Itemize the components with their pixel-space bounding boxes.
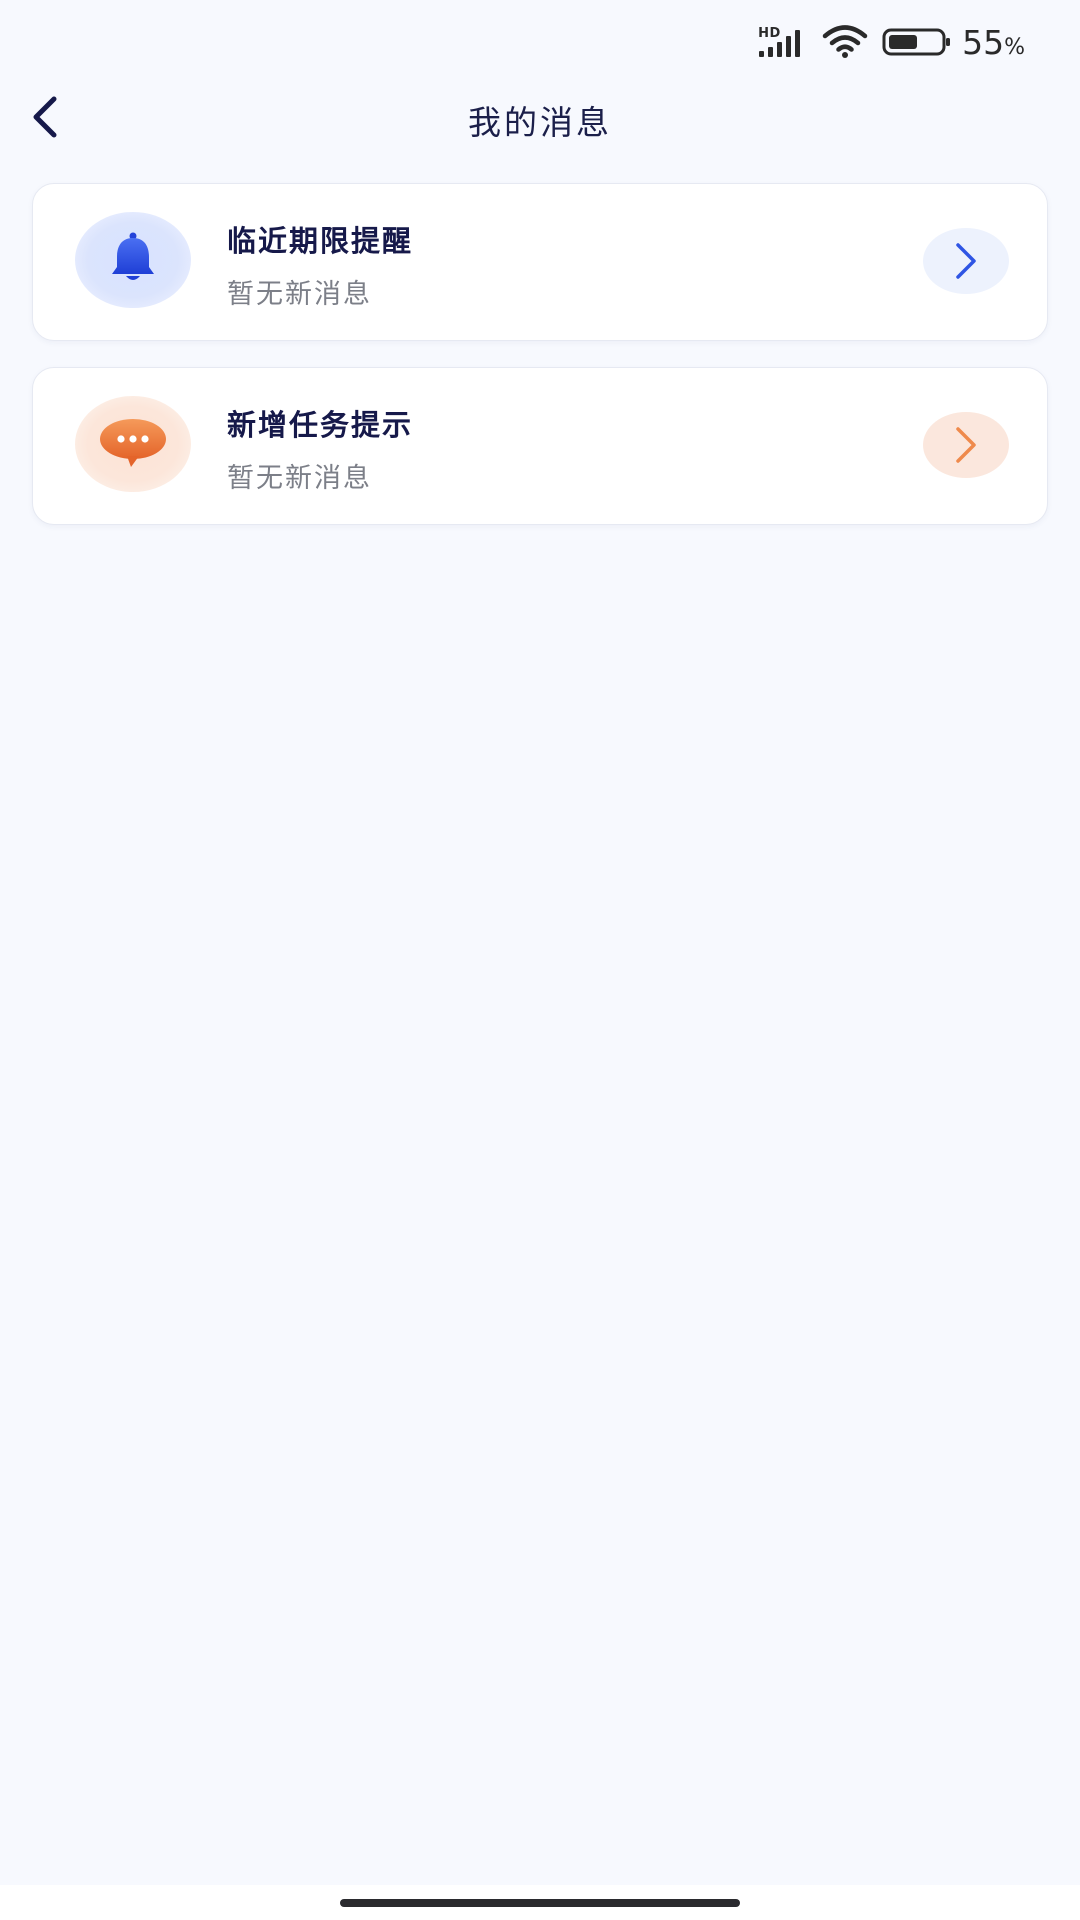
bell-icon-badge — [75, 212, 191, 308]
chevron-right-icon — [956, 427, 976, 463]
battery-icon — [882, 28, 951, 56]
open-new-task-button[interactable] — [923, 412, 1009, 478]
chevron-right-icon — [956, 243, 976, 279]
battery-percent-value: 55 — [962, 22, 1005, 62]
message-title: 临近期限提醒 — [227, 224, 414, 258]
message-card-new-task[interactable]: 新增任务提示 暂无新消息 — [32, 367, 1048, 525]
page-title: 我的消息 — [468, 103, 612, 142]
chat-bubble-icon — [100, 419, 166, 467]
chat-bubble-icon-badge — [75, 396, 191, 492]
page-header: 我的消息 — [0, 84, 1080, 150]
message-title: 新增任务提示 — [227, 408, 414, 442]
battery-percent: 55 % — [962, 23, 1025, 62]
message-subtitle: 暂无新消息 — [227, 463, 372, 494]
signal-icon: HD — [756, 22, 808, 62]
message-subtitle: 暂无新消息 — [227, 279, 372, 310]
status-bar: HD 55 % — [0, 0, 1080, 84]
wifi-icon — [822, 25, 868, 58]
bell-icon — [112, 232, 154, 280]
open-deadline-reminder-button[interactable] — [923, 228, 1009, 294]
message-card-deadline-reminder[interactable]: 临近期限提醒 暂无新消息 — [32, 183, 1048, 341]
battery-percent-sign: % — [1004, 34, 1025, 60]
home-indicator[interactable] — [340, 1899, 740, 1907]
status-icons: HD 55 % — [756, 22, 1025, 62]
